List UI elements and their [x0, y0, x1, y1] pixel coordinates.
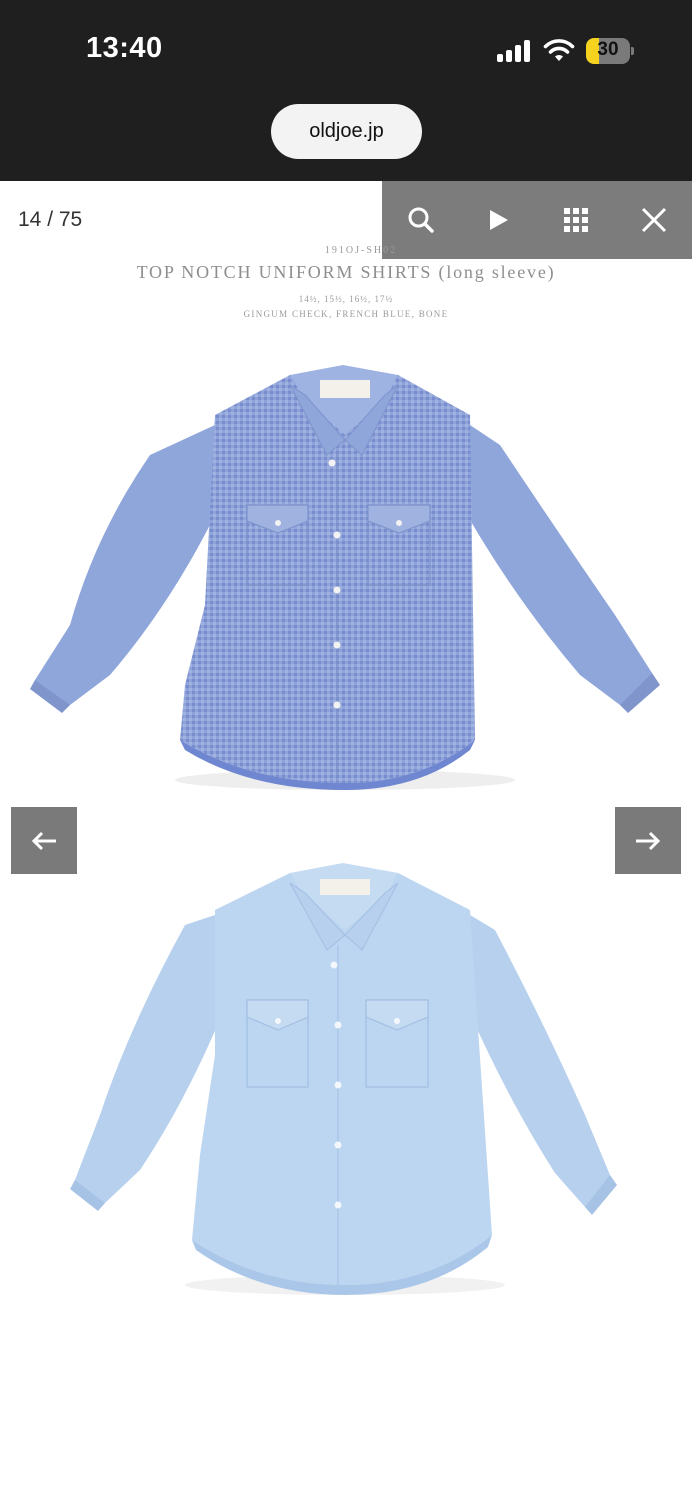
- gingham-check-shirt-image: [30, 365, 660, 790]
- product-title: TOP NOTCH UNIFORM SHIRTS (long sleeve): [136, 262, 556, 282]
- grid-icon: [563, 208, 588, 232]
- next-image-button[interactable]: [615, 807, 681, 874]
- arrow-right-icon: [636, 831, 661, 850]
- play-icon: [489, 210, 508, 230]
- image-counter: 14 / 75: [18, 208, 83, 231]
- arrow-left-icon: [31, 831, 56, 850]
- cellular-signal-icon: [497, 40, 530, 62]
- product-colors: GINGUM CHECK, FRENCH BLUE, BONE: [243, 309, 449, 319]
- product-sizes: 14½, 15½, 16½, 17½: [298, 294, 394, 304]
- close-icon: [641, 207, 666, 233]
- french-blue-shirt-image: [70, 863, 617, 1295]
- wifi-icon: [543, 39, 575, 61]
- status-bar: 13:40 30 oldjoe.jp: [0, 0, 692, 181]
- battery-level: 30: [597, 39, 619, 60]
- url-bar[interactable]: oldjoe.jp: [271, 104, 422, 159]
- status-time: 13:40: [86, 32, 163, 64]
- product-code: 191OJ-SH02: [324, 245, 398, 256]
- previous-image-button[interactable]: [11, 807, 77, 874]
- search-icon: [408, 207, 434, 233]
- battery-indicator: 30: [586, 38, 634, 64]
